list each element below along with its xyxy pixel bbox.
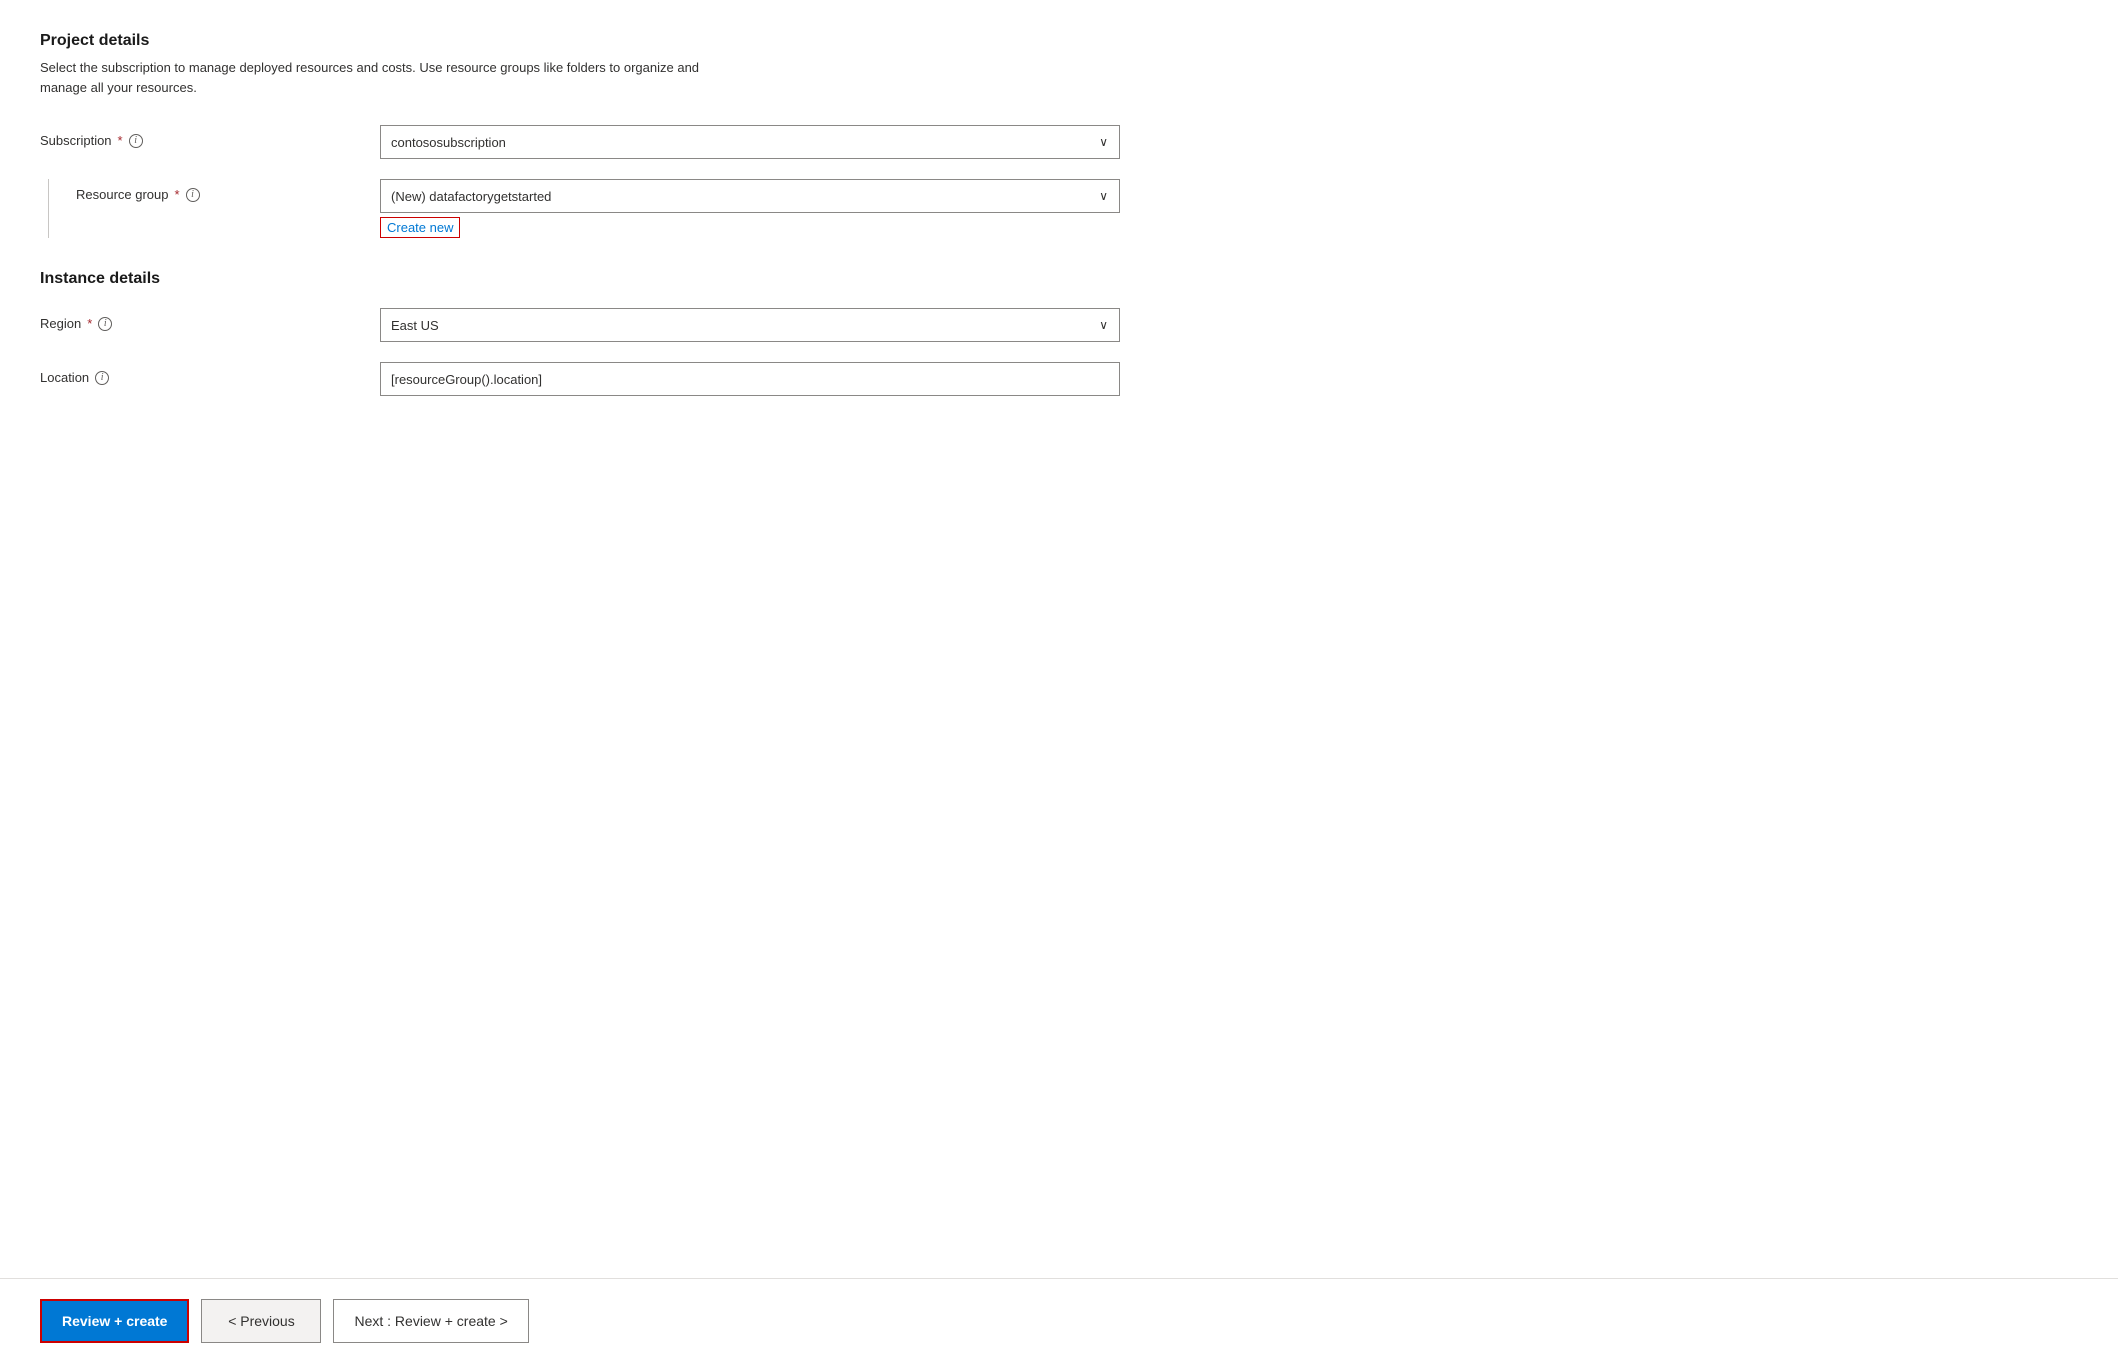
instance-details-title: Instance details [40,270,1160,288]
location-label: Location i [40,370,380,385]
review-create-button[interactable]: Review + create [40,1299,189,1343]
region-control-col: East US West US West Europe East Asia [380,308,1120,342]
resource-group-select[interactable]: (New) datafactorygetstarted [380,179,1120,213]
subscription-select[interactable]: contososubscription [380,125,1120,159]
subscription-control-col: contososubscription [380,125,1120,159]
location-form-group: Location i [40,362,1160,396]
subscription-required-star: * [118,133,123,148]
footer: Review + create < Previous Next : Review… [0,1278,2118,1363]
subscription-form-group: Subscription * i contososubscription [40,125,1160,159]
next-review-create-button[interactable]: Next : Review + create > [333,1299,528,1343]
resource-group-select-wrapper: (New) datafactorygetstarted [380,179,1120,213]
project-details-description: Select the subscription to manage deploy… [40,58,740,97]
region-select-wrapper: East US West US West Europe East Asia [380,308,1120,342]
previous-button[interactable]: < Previous [201,1299,321,1343]
create-new-link[interactable]: Create new [380,217,460,238]
resource-group-info-icon: i [186,188,200,202]
project-details-title: Project details [40,32,1160,50]
resource-group-required-star: * [175,187,180,202]
region-select[interactable]: East US West US West Europe East Asia [380,308,1120,342]
region-required-star: * [87,316,92,331]
region-label-col: Region * i [40,308,380,331]
location-input[interactable] [380,362,1120,396]
resource-group-section: Resource group * i (New) datafactorygets… [40,179,1160,238]
location-control-col [380,362,1120,396]
resource-group-control-col: (New) datafactorygetstarted Create new [380,179,1120,238]
region-label: Region * i [40,316,380,331]
project-details-section: Project details Select the subscription … [40,32,1160,238]
subscription-label: Subscription * i [40,133,380,148]
resource-group-content: Resource group * i (New) datafactorygets… [60,179,1160,238]
region-form-group: Region * i East US West US West Europe E… [40,308,1160,342]
resource-group-indent-bar [40,179,60,238]
subscription-info-icon: i [129,134,143,148]
region-info-icon: i [98,317,112,331]
resource-group-label-col: Resource group * i [60,179,380,202]
location-label-col: Location i [40,362,380,385]
location-info-icon: i [95,371,109,385]
resource-group-label: Resource group * i [76,187,380,202]
instance-details-section: Instance details Region * i East US West… [40,270,1160,396]
subscription-select-wrapper: contososubscription [380,125,1120,159]
subscription-label-col: Subscription * i [40,125,380,148]
